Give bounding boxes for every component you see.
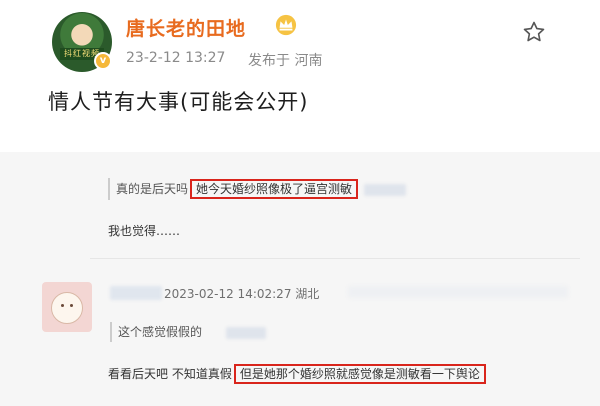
blurred-content — [348, 286, 568, 298]
highlight-box-1: 她今天婚纱照像极了逼宫测敏 — [190, 179, 359, 199]
quoted-comment-1: 真的是后天吗 她今天婚纱照像极了逼宫测敏 — [108, 178, 578, 200]
comment-divider — [90, 258, 580, 259]
reply-text-2: 看看后天吧 不知道真假 但是她那个婚纱照就感觉像是测敏看一下舆论 — [108, 364, 486, 384]
blurred-username — [364, 183, 407, 196]
star-icon[interactable] — [522, 20, 546, 44]
reply-text-1: 我也觉得…… — [108, 224, 181, 238]
post-text: 情人节有大事(可能会公开) — [48, 90, 309, 114]
username[interactable]: 唐长老的田地 — [126, 14, 246, 41]
cartoon-face-icon — [51, 292, 83, 324]
weibo-post: 抖红视频 v 唐长老的田地 23-2-12 13:27 发布于 河南 情人节有大… — [0, 0, 600, 152]
post-location: 发布于 河南 — [248, 53, 323, 69]
highlight-box-2: 但是她那个婚纱照就感觉像是测敏看一下舆论 — [233, 364, 486, 384]
reply-2-prefix: 看看后天吧 不知道真假 — [108, 367, 232, 381]
comment-meta: 2023-02-12 14:02:27 湖北 — [164, 287, 320, 301]
blurred-username-2 — [226, 327, 266, 339]
blurred-commenter-name — [110, 286, 162, 300]
commenter-avatar[interactable] — [42, 282, 92, 332]
verified-badge-icon: v — [94, 52, 112, 70]
post-timestamp: 23-2-12 13:27 — [126, 50, 226, 66]
quoted-comment-2: 这个感觉假假的 — [110, 322, 202, 342]
crown-icon — [275, 14, 297, 36]
avatar-eye-right — [70, 304, 73, 307]
avatar-eye-left — [61, 304, 64, 307]
quote-1-prefix: 真的是后天吗 — [116, 182, 189, 196]
